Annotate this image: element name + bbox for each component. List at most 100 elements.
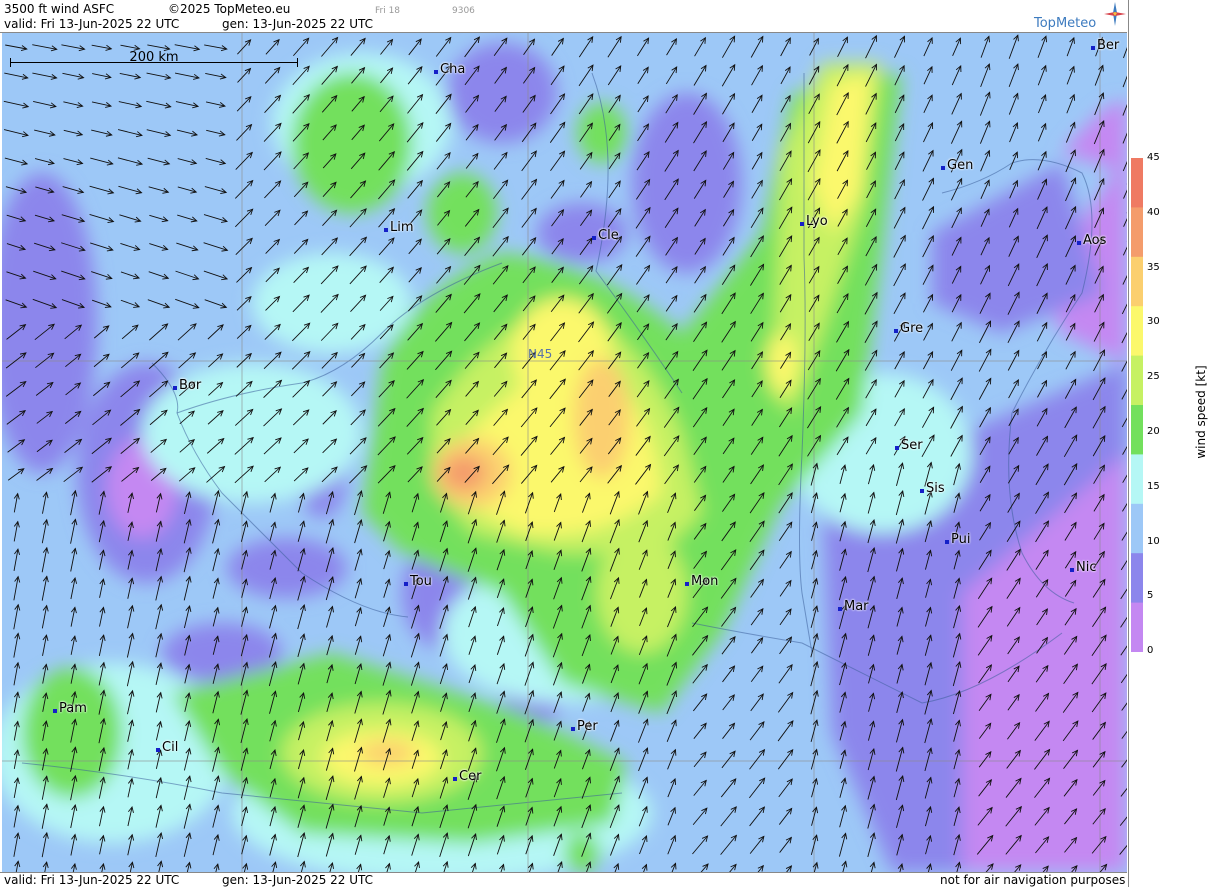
scale-label: 200 km <box>129 50 179 65</box>
air-nav-note: not for air navigation purposes <box>940 873 1126 887</box>
city-label: Mar <box>844 599 869 614</box>
code-label: 9306 <box>452 6 475 16</box>
city-label: Sis <box>926 481 945 496</box>
wind-zone <box>766 333 798 393</box>
city-marker[interactable]: Sis <box>920 481 945 496</box>
city-marker[interactable]: Cle <box>592 228 619 243</box>
city-marker[interactable]: Tou <box>404 574 432 589</box>
city-dot-icon <box>1091 46 1095 50</box>
city-label: Mon <box>691 574 719 589</box>
city-marker[interactable]: Lyo <box>800 214 828 229</box>
city-marker[interactable]: Bor <box>173 378 201 393</box>
topmeteo-logo[interactable]: TopMeteo <box>1034 2 1126 32</box>
legend-swatch <box>1131 553 1143 604</box>
city-label: Cer <box>459 769 482 784</box>
legend-swatch <box>1131 207 1143 258</box>
city-marker[interactable]: Ber <box>1091 38 1120 53</box>
city-marker[interactable]: Gre <box>894 321 924 336</box>
city-label: Pam <box>59 701 87 716</box>
city-dot-icon <box>592 236 596 240</box>
gen-time: gen: 13-Jun-2025 22 UTC <box>222 17 374 31</box>
map-header: 3500 ft wind ASFC ©2025 TopMeteo.eu Fri … <box>0 0 1127 33</box>
city-dot-icon <box>945 540 949 544</box>
city-marker[interactable]: Nic <box>1070 560 1097 575</box>
legend-tick-label: 25 <box>1147 371 1160 383</box>
copyright: ©2025 TopMeteo.eu <box>168 2 291 16</box>
next-day-label: Fri 18 <box>375 6 401 16</box>
city-dot-icon <box>384 228 388 232</box>
city-marker[interactable]: Pui <box>945 532 971 547</box>
legend-tick-label: 30 <box>1147 316 1160 328</box>
city-marker[interactable]: Mon <box>685 574 719 589</box>
legend-swatch <box>1131 503 1143 554</box>
legend-tick-label: 20 <box>1147 426 1160 437</box>
legend-tick-label: 35 <box>1147 261 1160 273</box>
city-marker[interactable]: Pam <box>53 701 87 716</box>
city-dot-icon <box>404 582 408 586</box>
logo-text: TopMeteo <box>1034 16 1097 31</box>
city-dot-icon <box>173 386 177 390</box>
city-label: Ber <box>1097 38 1120 53</box>
legend-swatch <box>1131 405 1143 455</box>
city-label: Cha <box>440 62 466 77</box>
latitude-label: N45 <box>528 347 553 361</box>
city-label: Lim <box>390 220 414 235</box>
wind-zone <box>427 173 497 253</box>
legend-swatch <box>1131 355 1143 406</box>
wind-zone <box>564 833 600 872</box>
wind-zone <box>252 253 412 353</box>
wind-zone <box>292 73 412 213</box>
city-label: Aos <box>1083 233 1107 248</box>
city-dot-icon <box>53 709 57 713</box>
city-marker[interactable]: Cil <box>156 740 179 755</box>
legend-tick-label: 5 <box>1147 590 1154 602</box>
city-marker[interactable]: Lim <box>384 220 414 235</box>
city-marker[interactable]: Aos <box>1077 233 1107 248</box>
city-dot-icon <box>685 582 689 586</box>
city-dot-icon <box>434 70 438 74</box>
scale-bar: 200 km <box>10 50 298 68</box>
city-label: Nic <box>1076 560 1097 575</box>
color-scale-bar <box>1131 158 1143 652</box>
city-dot-icon <box>894 329 898 333</box>
city-marker[interactable]: Mar <box>838 599 869 614</box>
city-label: Cle <box>598 228 619 243</box>
city-marker[interactable]: Per <box>571 719 598 734</box>
city-label: Pui <box>951 532 971 547</box>
legend-swatch <box>1131 602 1143 652</box>
legend-title: wind speed [kt] <box>1194 365 1208 459</box>
legend-tick-label: 15 <box>1147 480 1160 492</box>
wind-zone <box>632 93 742 273</box>
legend-swatch <box>1131 306 1143 357</box>
city-dot-icon <box>838 607 842 611</box>
city-marker[interactable]: Gen <box>941 158 974 173</box>
city-label: Tou <box>410 574 432 589</box>
legend-swatch <box>1131 454 1143 505</box>
wind-zone <box>142 363 362 503</box>
city-label: Ser <box>901 438 923 453</box>
city-marker[interactable]: Ser <box>895 438 923 453</box>
city-marker[interactable]: Cer <box>453 769 482 784</box>
footer-gen: gen: 13-Jun-2025 22 UTC <box>222 873 374 887</box>
city-dot-icon <box>1070 568 1074 572</box>
compass-star-icon <box>1104 2 1126 26</box>
city-marker[interactable]: Cha <box>434 62 466 77</box>
city-dot-icon <box>453 777 457 781</box>
legend-swatch <box>1131 256 1143 307</box>
city-dot-icon <box>800 222 804 226</box>
legend-tick-label: 40 <box>1147 206 1160 218</box>
city-label: Lyo <box>806 214 828 229</box>
wind-zone <box>597 533 687 653</box>
city-dot-icon <box>571 727 575 731</box>
valid-time: valid: Fri 13-Jun-2025 22 UTC <box>4 17 180 31</box>
city-label: Gen <box>947 158 974 173</box>
city-label: Gre <box>900 321 924 336</box>
map-footer: valid: Fri 13-Jun-2025 22 UTC gen: 13-Ju… <box>0 872 1127 888</box>
city-dot-icon <box>895 446 899 450</box>
wind-zone <box>447 43 557 143</box>
legend-swatch <box>1131 158 1143 208</box>
city-dot-icon <box>156 748 160 752</box>
legend-tick-label: 10 <box>1147 535 1160 547</box>
city-dot-icon <box>920 489 924 493</box>
city-label: Cil <box>162 740 179 755</box>
